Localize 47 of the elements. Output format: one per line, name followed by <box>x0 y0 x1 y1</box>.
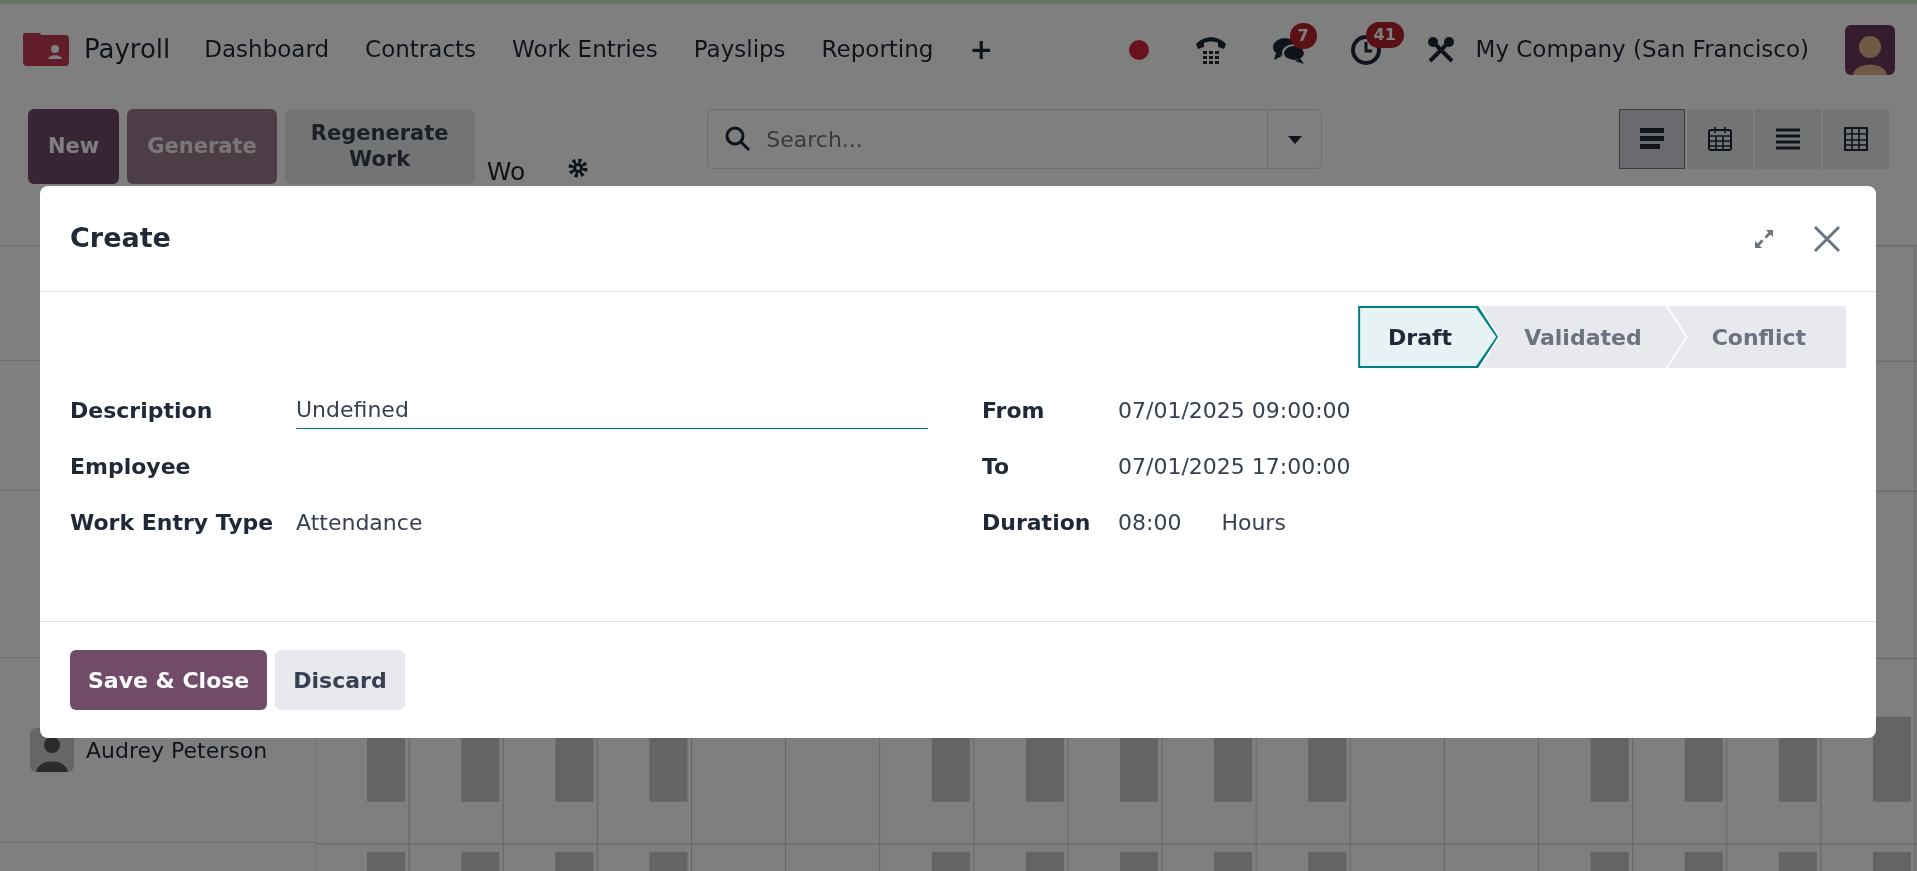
field-label: Description <box>70 396 214 425</box>
avatar-icon[interactable] <box>1845 24 1895 75</box>
toolbar-button[interactable]: Regenerate Work <box>284 109 475 184</box>
caret-icon <box>1286 134 1303 145</box>
view-switch-button[interactable] <box>1687 109 1753 169</box>
view-switch-button[interactable] <box>1755 109 1821 169</box>
field-value: 07/01/2025 17:00:00 <box>1118 452 1351 481</box>
dialog-button[interactable]: Discard <box>275 650 405 710</box>
status-stage[interactable]: Draft <box>1358 306 1499 368</box>
field-value: Attendance <box>296 508 423 537</box>
field-label: To <box>982 452 1011 481</box>
calendar-icon <box>1706 125 1734 153</box>
status-stage[interactable]: Conflict <box>1667 306 1846 368</box>
tools-icon[interactable] <box>1425 34 1456 65</box>
menu-item[interactable]: Contracts <box>365 32 477 67</box>
menu-item[interactable]: Payslips <box>693 32 786 67</box>
view-switch-button[interactable] <box>1619 109 1685 169</box>
app-icon[interactable] <box>22 31 70 68</box>
field-label: Employee <box>70 452 192 481</box>
menu-item[interactable]: + <box>969 28 993 71</box>
unit-label: Hours <box>1221 508 1286 537</box>
field-label: Work Entry Type <box>70 508 275 537</box>
employee-name: Audrey Peterson <box>86 736 268 765</box>
notification-badge: 41 <box>1365 21 1404 48</box>
notification-badge: 7 <box>1289 22 1317 49</box>
status-stage[interactable]: Validated <box>1480 306 1686 368</box>
search-icon <box>725 126 752 152</box>
field-value: 08:00 <box>1118 508 1182 537</box>
work-entry-block[interactable] <box>1872 716 1911 802</box>
record-icon[interactable] <box>1127 38 1150 61</box>
pivot-view-icon <box>1842 125 1870 153</box>
dialog-title: Create <box>70 222 171 255</box>
search-field[interactable]: Search... <box>707 109 1323 169</box>
menu-item[interactable]: Work Entries <box>512 32 658 67</box>
dialog-button[interactable]: Save & Close <box>70 650 268 710</box>
close-icon <box>1812 223 1842 254</box>
page-title: Wo <box>486 156 526 188</box>
settings-icon[interactable] <box>567 156 590 179</box>
field-label: Duration <box>982 508 1092 537</box>
toolbar-button[interactable]: New <box>28 109 120 184</box>
field-value: 07/01/2025 09:00:00 <box>1118 396 1351 425</box>
field-label: From <box>982 396 1046 425</box>
view-switch-button[interactable] <box>1823 109 1889 169</box>
menu-item[interactable]: Dashboard <box>204 32 330 67</box>
app-name[interactable]: Payroll <box>84 30 171 69</box>
menu-item[interactable]: Reporting <box>821 32 934 67</box>
company-switcher[interactable]: My Company (San Francisco) <box>1475 32 1809 67</box>
